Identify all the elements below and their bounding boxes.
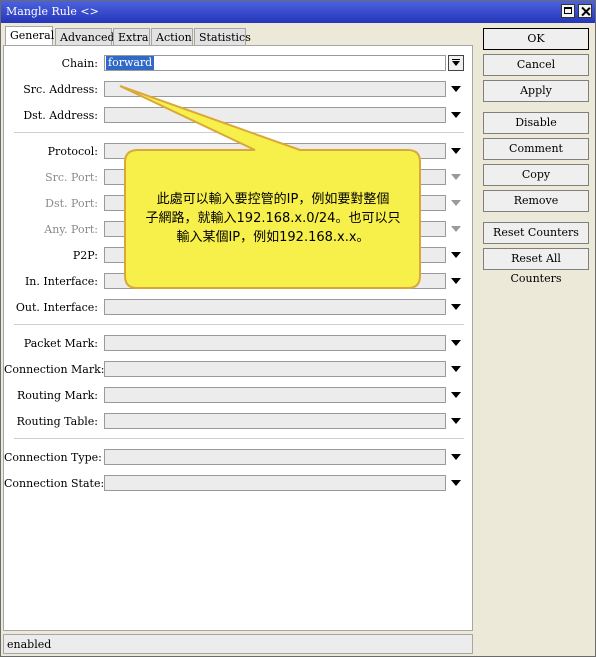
callout-text: 此處可以輸入要控管的IP，例如要對整個 子網路，就輸入192.168.x.0/2… bbox=[128, 190, 418, 247]
callout-line: 輸入某個IP，例如192.168.x.x。 bbox=[176, 230, 370, 245]
callout-bubble bbox=[119, 85, 421, 289]
callout-line: 子網路，就輸入192.168.x.0/24。也可以只 bbox=[145, 211, 401, 226]
callout-line: 此處可以輸入要控管的IP，例如要對整個 bbox=[156, 192, 390, 207]
